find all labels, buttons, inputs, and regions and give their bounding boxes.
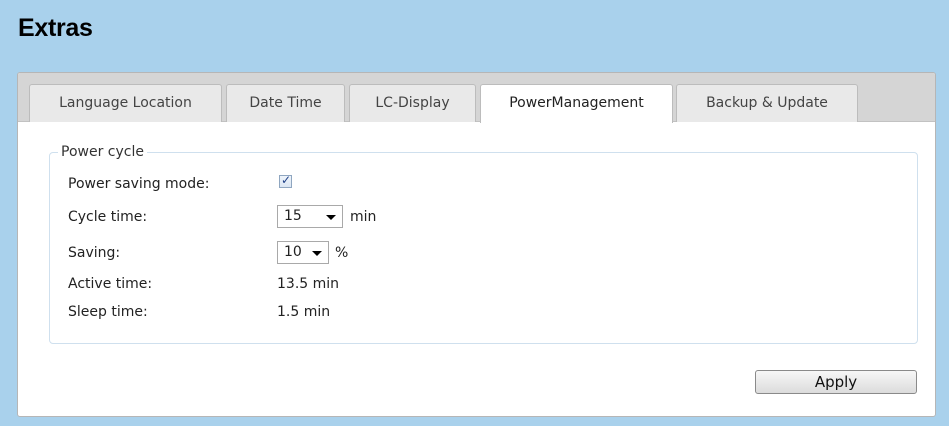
saving-value: 10 [284,244,302,260]
cycle-time-unit: min [350,209,377,225]
active-time-label: Active time: [68,276,153,292]
chevron-down-icon [326,215,336,220]
sleep-time-value: 1.5 min [277,304,331,320]
tab-backup-update[interactable]: Backup & Update [676,84,858,122]
extras-panel: Language Location Date Time LC-Display P… [17,72,936,417]
tab-lc-display[interactable]: LC-Display [349,84,476,122]
cycle-time-value: 15 [284,208,302,224]
saving-select[interactable]: 10 [277,241,329,264]
power-saving-mode-checkbox[interactable]: ✓ [279,173,292,188]
tab-date-time[interactable]: Date Time [226,84,345,122]
tab-language-location[interactable]: Language Location [29,84,222,122]
cycle-time-select[interactable]: 15 [277,205,343,228]
chevron-down-icon [312,251,322,256]
cycle-time-label: Cycle time: [68,209,148,225]
power-cycle-legend: Power cycle [61,144,144,160]
active-time-value: 13.5 min [277,276,340,292]
power-cycle-group: Power cycle [49,144,918,344]
tab-powermanagement[interactable]: PowerManagement [480,84,673,123]
saving-label: Saving: [68,245,121,261]
apply-button[interactable]: Apply [755,370,917,394]
checkmark-icon: ✓ [281,173,292,187]
tab-bar: Language Location Date Time LC-Display P… [18,73,935,123]
power-saving-mode-label: Power saving mode: [68,176,210,192]
sleep-time-label: Sleep time: [68,304,148,320]
page-title: Extras [18,14,93,42]
saving-unit: % [335,245,349,261]
